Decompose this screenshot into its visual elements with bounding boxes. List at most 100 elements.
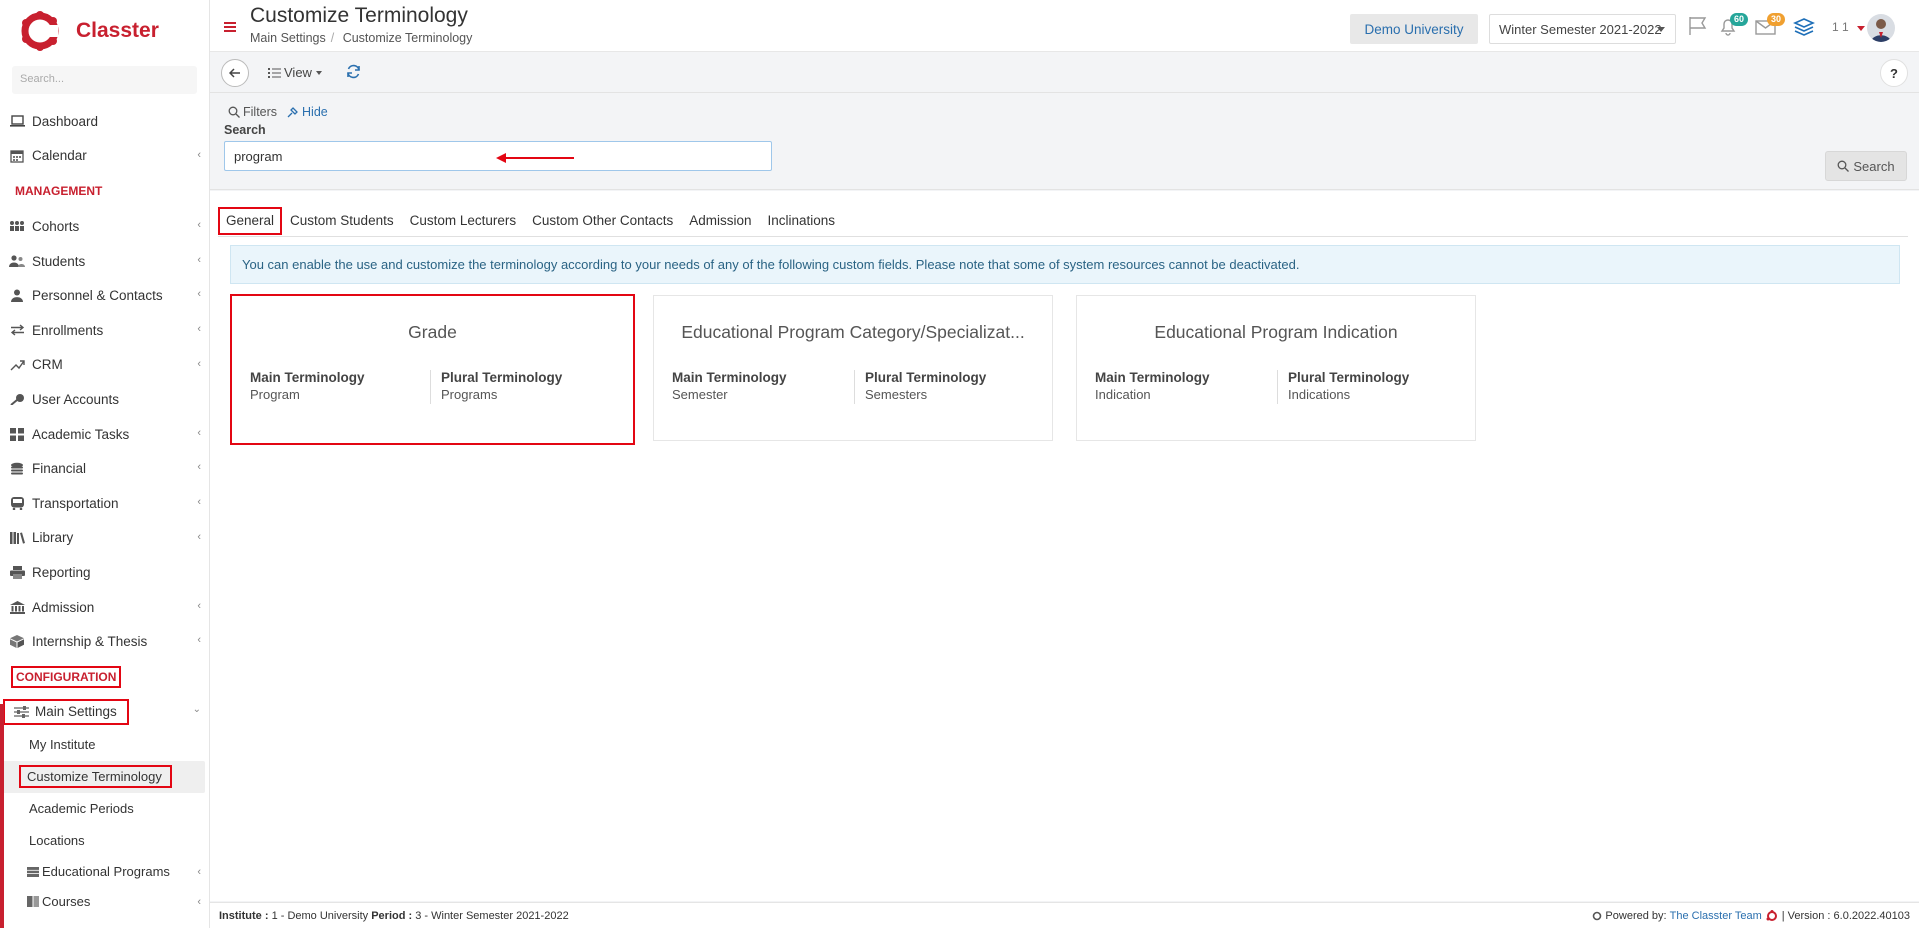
search-button[interactable]: Search <box>1825 151 1907 181</box>
sidebar-item-admission[interactable]: Admission ‹ <box>0 590 209 625</box>
caret-down-icon[interactable] <box>1857 26 1865 31</box>
annotation-arrow-icon <box>496 153 574 163</box>
sidebar-subitem-locations[interactable]: Locations <box>0 825 209 857</box>
sidebar-item-crm[interactable]: CRM ‹ <box>0 348 209 383</box>
filters-header: Filters Hide <box>228 105 328 119</box>
layers-icon[interactable] <box>1793 16 1815 36</box>
footer: Institute : 1 - Demo University Period :… <box>210 902 1919 928</box>
sidebar-subitem-academic-periods[interactable]: Academic Periods <box>0 793 209 825</box>
breadcrumb-item-current: Customize Terminology <box>342 31 473 45</box>
sidebar-item-calendar[interactable]: Calendar ‹ <box>0 139 209 174</box>
chevron-left-icon: ‹ <box>197 357 201 370</box>
card-title: Educational Program Indication <box>1154 322 1398 342</box>
institution-icon <box>9 600 25 614</box>
sidebar-item-label: Dashboard <box>32 113 99 129</box>
top-bar: Customize Terminology Main Settings / Cus… <box>210 0 1919 52</box>
card-divider <box>854 370 855 404</box>
plural-terminology: Plural Terminology Indications <box>1288 370 1409 402</box>
sidebar-subitem-courses[interactable]: Courses ‹ <box>0 887 209 917</box>
classter-team-link[interactable]: The Classter Team <box>1670 910 1762 922</box>
sidebar-item-transportation[interactable]: Transportation ‹ <box>0 486 209 521</box>
messages-badge: 30 <box>1767 13 1785 26</box>
sidebar-item-label: Library <box>32 530 74 546</box>
back-button[interactable] <box>221 59 249 87</box>
sidebar-item-label: CRM <box>32 357 63 373</box>
table-icon <box>27 866 39 877</box>
hamburger-menu-icon[interactable] <box>224 22 236 32</box>
box-icon <box>9 635 25 649</box>
sidebar-item-library[interactable]: Library ‹ <box>0 521 209 556</box>
chevron-left-icon: ‹ <box>197 148 201 161</box>
sidebar-item-cohorts[interactable]: Cohorts ‹ <box>0 209 209 244</box>
tab-custom-students[interactable]: Custom Students <box>282 213 402 236</box>
plural-terminology: Plural Terminology Semesters <box>865 370 986 402</box>
sidebar-subitem-label: Educational Programs <box>42 864 170 880</box>
crm-icon <box>9 358 25 372</box>
sidebar-item-academic-tasks[interactable]: Academic Tasks ‹ <box>0 417 209 452</box>
sidebar-item-enrollments[interactable]: Enrollments ‹ <box>0 313 209 348</box>
sidebar-item-label: Reporting <box>32 564 91 580</box>
bus-icon <box>9 496 25 510</box>
tab-admission[interactable]: Admission <box>681 213 759 236</box>
grid-icon <box>9 427 25 441</box>
brand-name: Classter <box>76 19 159 42</box>
sidebar-item-label: Enrollments <box>32 322 104 338</box>
caret-down-icon <box>315 70 322 75</box>
user-label[interactable]: 1 1 <box>1832 20 1849 34</box>
terminology-card[interactable]: Educational Program Indication Main Termi… <box>1076 295 1476 441</box>
card-title: Grade <box>408 322 457 342</box>
plural-terminology-value: Semesters <box>865 387 928 402</box>
help-button[interactable]: ? <box>1880 59 1908 87</box>
hide-filters-button[interactable]: Hide <box>287 105 328 119</box>
printer-icon <box>9 565 25 579</box>
terminology-card[interactable]: Educational Program Category/Specializat… <box>653 295 1053 441</box>
avatar[interactable] <box>1867 14 1895 42</box>
configuration-section-title: CONFIGURATION <box>0 659 209 695</box>
sidebar: Classter Search... Dashboard Calendar ‹ MA… <box>0 0 210 928</box>
person-icon <box>9 289 25 303</box>
sidebar-subitem-customize-terminology[interactable]: Customize Terminology <box>0 760 205 793</box>
page-title: Customize Terminology <box>250 4 468 27</box>
chevron-down-icon: ⌄ <box>192 704 201 716</box>
list-icon <box>268 67 281 78</box>
coins-icon <box>9 462 25 476</box>
card-title: Educational Program Category/Specializat… <box>681 322 1025 342</box>
sidebar-subitem-educational-programs[interactable]: Educational Programs ‹ <box>0 857 209 887</box>
classter-logo-icon <box>20 11 60 51</box>
sidebar-item-students[interactable]: Students ‹ <box>0 244 209 279</box>
tab-custom-other-contacts[interactable]: Custom Other Contacts <box>524 213 681 236</box>
view-dropdown-button[interactable]: View <box>268 65 322 80</box>
sidebar-item-personnel-contacts[interactable]: Personnel & Contacts ‹ <box>0 278 209 313</box>
sidebar-item-reporting[interactable]: Reporting <box>0 555 209 590</box>
search-icon <box>1837 160 1850 172</box>
info-alert: You can enable the use and customize the… <box>230 245 1900 284</box>
sidebar-subitem-my-institute[interactable]: My Institute <box>0 729 209 761</box>
sidebar-subitem-label: My Institute <box>29 737 96 753</box>
tab-general[interactable]: General <box>218 207 283 235</box>
footer-context: Institute : 1 - Demo University Period :… <box>219 910 569 922</box>
institution-button[interactable]: Demo University <box>1350 14 1478 44</box>
bell-icon[interactable]: 60 <box>1718 13 1748 36</box>
sidebar-item-user-accounts[interactable]: User Accounts <box>0 382 209 417</box>
tab-inclinations[interactable]: Inclinations <box>759 213 843 236</box>
flag-icon[interactable] <box>1687 16 1709 36</box>
brand-logo[interactable]: Classter <box>0 0 209 62</box>
sidebar-search-input[interactable]: Search... <box>12 66 197 94</box>
chevron-left-icon: ‹ <box>197 253 201 266</box>
envelope-icon[interactable]: 30 <box>1755 13 1785 36</box>
period-select[interactable]: Winter Semester 2021-2022 <box>1489 14 1676 44</box>
sliders-icon <box>14 705 30 718</box>
sidebar-item-dashboard[interactable]: Dashboard <box>0 104 209 139</box>
sidebar-item-main-settings[interactable]: Main Settings ⌄ <box>0 695 209 729</box>
terminology-card[interactable]: Grade Main Terminology Program Plural Termi… <box>230 294 635 445</box>
sidebar-item-internship-thesis[interactable]: Internship & Thesis ‹ <box>0 624 209 659</box>
sidebar-item-label: Personnel & Contacts <box>32 288 163 304</box>
sidebar-item-financial[interactable]: Financial ‹ <box>0 451 209 486</box>
sidebar-item-label: Students <box>32 253 86 269</box>
refresh-icon[interactable] <box>346 64 361 82</box>
management-section-title: MANAGEMENT <box>15 184 103 199</box>
chevron-left-icon: ‹ <box>197 495 201 508</box>
tab-custom-lecturers[interactable]: Custom Lecturers <box>402 213 525 236</box>
breadcrumb-item-main-settings[interactable]: Main Settings <box>250 31 326 45</box>
main-terminology: Main Terminology Semester <box>672 370 787 402</box>
